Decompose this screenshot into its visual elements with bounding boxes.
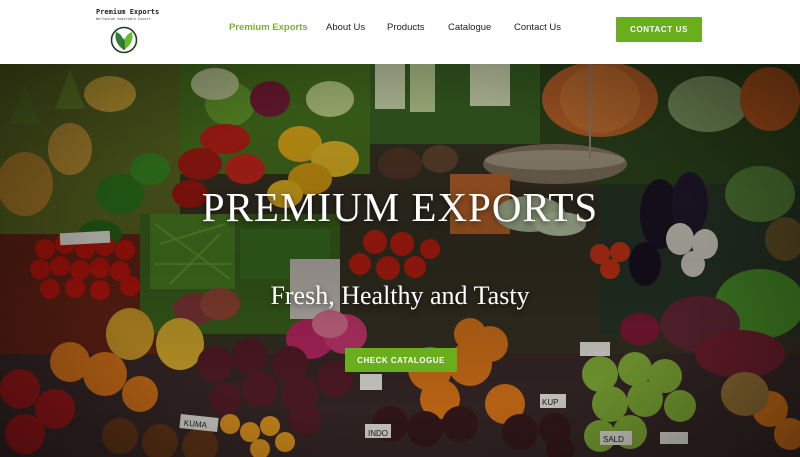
logo-title: Premium Exports — [96, 8, 160, 16]
check-catalogue-button[interactable]: CHECK CATALOGUE — [345, 348, 457, 372]
hero-banner: KUMA INDO KUP SALD PREMIUM EXPORTS Fresh… — [0, 64, 800, 457]
hero-subtitle: Fresh, Healthy and Tasty — [270, 281, 530, 310]
site-logo[interactable]: Premium Exports Worldwide Vegetable Expo… — [96, 8, 160, 54]
logo-tagline: Worldwide Vegetable Export — [96, 17, 151, 21]
nav-item-products[interactable]: Products — [387, 22, 425, 33]
nav-item-catalogue[interactable]: Catalogue — [448, 22, 491, 33]
hero-title: PREMIUM EXPORTS — [201, 184, 599, 230]
nav-item-home[interactable]: Premium Exports — [229, 22, 308, 33]
nav-item-contact[interactable]: Contact Us — [514, 22, 561, 33]
leaf-logo-icon — [110, 26, 138, 54]
produce-market-image: KUMA INDO KUP SALD — [0, 64, 800, 457]
site-header: Premium Exports Worldwide Vegetable Expo… — [0, 0, 800, 64]
contact-us-button[interactable]: CONTACT US — [616, 17, 702, 42]
nav-item-about[interactable]: About Us — [326, 22, 365, 33]
